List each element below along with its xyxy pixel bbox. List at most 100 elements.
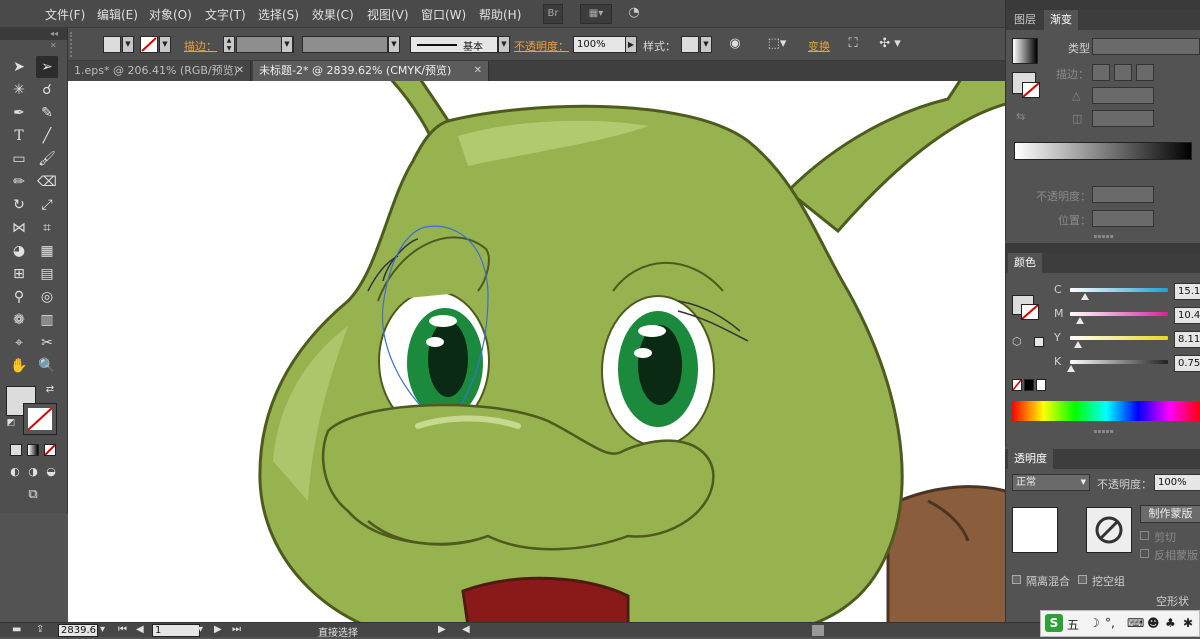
blend-tool-icon[interactable]: ◎ [36, 286, 58, 308]
hand-tool-icon[interactable]: ✋ [8, 355, 30, 377]
out-of-gamut-icon[interactable]: ⬡ [1012, 335, 1022, 348]
menu-effect[interactable]: 效果(C) [312, 6, 354, 23]
punctuation-icon[interactable]: °, [1105, 616, 1115, 630]
invert-mask-checkbox[interactable] [1140, 549, 1149, 558]
close-icon[interactable]: ✕ [474, 61, 482, 80]
channel-slider-track[interactable] [1070, 288, 1168, 292]
brush-definition-dropdown[interactable]: 基本 [410, 36, 498, 53]
line-tool-icon[interactable]: ╱ [36, 125, 58, 147]
panel-resize-grip[interactable]: ▪▪▪▪▪ [1006, 429, 1200, 435]
fill-swatch[interactable] [103, 36, 121, 53]
variable-width-dropdown[interactable] [302, 36, 388, 53]
keyboard-icon[interactable]: ⌨ [1127, 616, 1144, 630]
direct-selection-tool-icon[interactable]: ➢ [36, 56, 58, 78]
artboard-dropdown-icon[interactable]: ▾ [198, 624, 203, 635]
tab-document-1[interactable]: 1.eps* @ 206.41% (RGB/预览) ✕ [68, 61, 251, 81]
opacity-arrow-icon[interactable]: ▶ [625, 36, 637, 53]
brush-dropdown-icon[interactable]: ▼ [498, 36, 510, 53]
lasso-tool-icon[interactable]: ☌ [36, 79, 58, 101]
mesh-tool-icon[interactable]: ⊞ [8, 263, 30, 285]
panel-resize-grip[interactable]: ▪▪▪▪▪ [1006, 234, 1200, 240]
menu-select[interactable]: 选择(S) [258, 6, 299, 23]
color-white-swatch[interactable] [1036, 379, 1046, 391]
stroke-within-button[interactable] [1092, 64, 1110, 81]
arrange-documents-icon[interactable]: ▦▾ [580, 4, 612, 24]
gradient-tool-icon[interactable]: ▤ [36, 263, 58, 285]
aspect-ratio-input[interactable] [1092, 110, 1154, 127]
symbol-sprayer-tool-icon[interactable]: ❁ [8, 309, 30, 331]
free-transform-tool-icon[interactable]: ⌗ [36, 217, 58, 239]
channel-slider-thumb[interactable] [1073, 341, 1082, 348]
web-safe-swatch[interactable] [1034, 337, 1044, 347]
transparency-opacity-input[interactable]: 100% [1154, 474, 1200, 491]
status-menu-arrow-icon[interactable]: ▶ [438, 624, 446, 635]
gradient-opacity-input[interactable] [1092, 186, 1154, 203]
menu-object[interactable]: 对象(O) [149, 6, 192, 23]
stroke-dropdown-icon[interactable]: ▼ [159, 36, 171, 53]
mask-thumbnail[interactable] [1086, 507, 1132, 553]
export-icon[interactable]: ⇪ [36, 624, 44, 635]
fill-dropdown-icon[interactable]: ▼ [122, 36, 134, 53]
status-menu-icon[interactable]: ▬ [12, 624, 21, 635]
menu-view[interactable]: 视图(V) [367, 6, 409, 23]
pencil-tool-icon[interactable]: ✏ [8, 171, 30, 193]
channel-value-input[interactable]: 8.11 [1174, 331, 1200, 348]
magic-wand-tool-icon[interactable]: ✳ [8, 79, 30, 101]
channel-slider-track[interactable] [1070, 336, 1168, 340]
blend-mode-dropdown[interactable]: 正常 ▼ [1012, 474, 1090, 491]
horizontal-scroll-thumb[interactable] [812, 625, 824, 636]
control-menu-icon[interactable]: ✣ ▾ [874, 36, 906, 53]
rectangle-tool-icon[interactable]: ▭ [8, 148, 30, 170]
scale-tool-icon[interactable]: ⤢ [36, 194, 58, 216]
channel-value-input[interactable]: 10.42 [1174, 307, 1200, 324]
color-stroke-box[interactable] [1021, 304, 1039, 320]
variable-width-arrow-icon[interactable]: ▼ [388, 36, 400, 53]
sogou-logo-icon[interactable]: S [1045, 614, 1063, 632]
type-tool-icon[interactable]: T [8, 125, 30, 147]
default-colors-icon[interactable]: ◩ [4, 416, 18, 430]
recolor-artwork-icon[interactable]: ◉ [726, 36, 744, 53]
artboard-canvas[interactable] [68, 81, 1005, 622]
first-artboard-icon[interactable]: ⏮ [118, 624, 127, 635]
color-mode-icon[interactable] [10, 444, 22, 456]
menu-window[interactable]: 窗口(W) [421, 6, 466, 23]
next-artboard-icon[interactable]: ▶ [214, 624, 222, 635]
scroll-left-icon[interactable]: ◀ [462, 624, 470, 635]
width-tool-icon[interactable]: ⋈ [8, 217, 30, 239]
bridge-button[interactable]: Br [543, 4, 563, 24]
stroke-weight-dropdown-icon[interactable]: ▼ [281, 36, 293, 53]
style-dropdown-icon[interactable]: ▼ [700, 36, 712, 53]
settings-wrench-icon[interactable]: ✱ [1183, 616, 1193, 630]
clip-checkbox[interactable] [1140, 531, 1149, 540]
close-icon[interactable]: ✕ [236, 61, 244, 80]
channel-slider-thumb[interactable] [1080, 293, 1089, 300]
zoom-dropdown-icon[interactable]: ▾ [100, 624, 105, 635]
zoom-input[interactable]: 2839.6 [58, 624, 98, 637]
menu-file[interactable]: 文件(F) [45, 6, 85, 23]
color-none-swatch[interactable] [1012, 379, 1022, 391]
last-artboard-icon[interactable]: ⏭ [232, 624, 241, 635]
zoom-tool-icon[interactable]: 🔍 [36, 355, 58, 377]
menu-type[interactable]: 文字(T) [205, 6, 246, 23]
previous-artboard-icon[interactable]: ◀ [136, 624, 144, 635]
gradient-location-input[interactable] [1092, 210, 1154, 227]
gradient-type-dropdown[interactable] [1092, 38, 1200, 55]
stroke-label[interactable]: 描边： [184, 38, 217, 54]
channel-slider-thumb[interactable] [1075, 317, 1084, 324]
color-black-swatch[interactable] [1024, 379, 1034, 391]
make-mask-button[interactable]: 制作蒙版 [1140, 505, 1200, 523]
knockout-group-checkbox[interactable] [1078, 575, 1087, 584]
pen-tool-icon[interactable]: ✒ [8, 102, 30, 124]
draw-normal-icon[interactable]: ◐ [6, 464, 24, 480]
none-mode-icon[interactable] [44, 444, 56, 456]
tab-gradient[interactable]: 渐变 [1044, 10, 1078, 30]
skin-icon[interactable]: ♣ [1165, 616, 1176, 630]
stroke-indicator[interactable] [1022, 82, 1040, 98]
opacity-label[interactable]: 不透明度： [514, 38, 569, 54]
isolate-selected-icon[interactable]: ⛶ [844, 36, 862, 53]
artboard-tool-icon[interactable]: ⌖ [8, 332, 30, 354]
tab-document-2[interactable]: 未标题-2* @ 2839.62% (CMYK/预览) ✕ [253, 61, 489, 81]
object-thumbnail[interactable] [1012, 507, 1058, 553]
draw-behind-icon[interactable]: ◑ [24, 464, 42, 480]
stroke-along-button[interactable] [1114, 64, 1132, 81]
